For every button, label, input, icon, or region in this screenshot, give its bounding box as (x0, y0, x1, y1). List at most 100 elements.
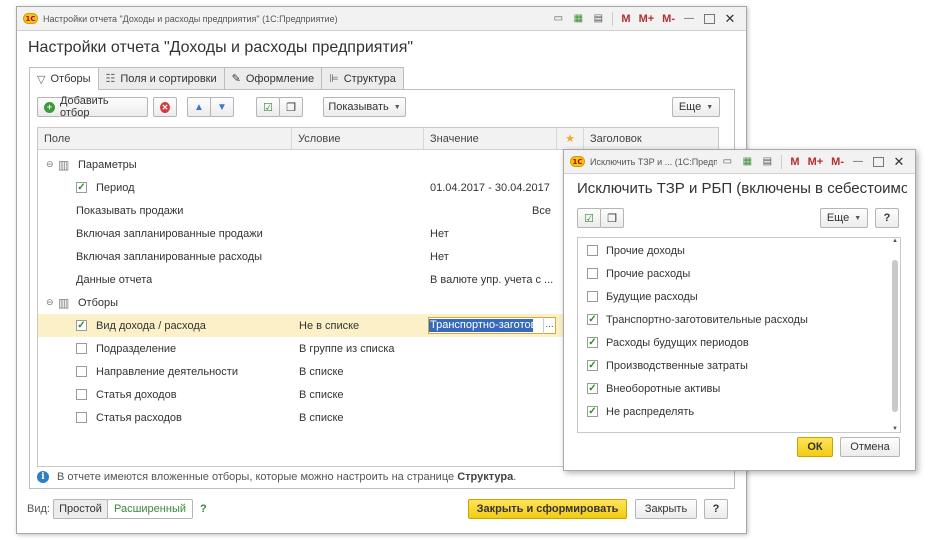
row-condition[interactable]: В списке (299, 366, 344, 378)
choose-button[interactable]: ... (543, 317, 555, 334)
row-checkbox[interactable]: ✓ (76, 320, 87, 331)
tab-label: Структура (343, 72, 396, 85)
row-value[interactable]: В валюте упр. учета с ... (430, 274, 558, 286)
check-all-button[interactable]: ☑ (256, 97, 280, 117)
help-button[interactable]: ? (704, 499, 728, 519)
collapse-icon[interactable]: ⊖ (46, 297, 54, 308)
column-header-condition[interactable]: Условие (292, 128, 424, 149)
calendar-icon[interactable]: ▤ (759, 154, 775, 170)
item-checkbox[interactable] (587, 291, 598, 302)
uncheck-all-button[interactable]: ❐ (600, 208, 624, 228)
more-button[interactable]: Еще ▼ (672, 97, 720, 117)
view-help-link[interactable]: ? (200, 503, 207, 515)
collapse-icon[interactable]: ⊖ (46, 159, 54, 170)
plus-icon: + (44, 101, 55, 113)
row-condition[interactable]: В списке (299, 412, 344, 424)
cancel-button[interactable]: Отмена (840, 437, 900, 457)
filters-group-icon: ▥ (58, 295, 70, 310)
row-value[interactable]: Все (532, 205, 551, 217)
ok-button[interactable]: ОК (797, 437, 833, 457)
item-label: Прочие доходы (606, 244, 685, 257)
item-checkbox[interactable]: ✓ (587, 360, 598, 371)
item-checkbox[interactable]: ✓ (587, 337, 598, 348)
row-value[interactable]: Нет (430, 228, 449, 240)
memory-minus-button[interactable]: M- (829, 154, 846, 170)
scroll-thumb[interactable] (892, 260, 898, 412)
tab-structure[interactable]: ⊫ Структура (321, 67, 404, 89)
check-all-button[interactable]: ☑ (577, 208, 601, 228)
row-checkbox[interactable] (76, 366, 87, 377)
tab-filters[interactable]: ▽ Отборы (29, 67, 99, 90)
page-title: Настройки отчета "Доходы и расходы предп… (28, 39, 414, 56)
row-field: Данные отчета (76, 273, 153, 286)
info-structure-link[interactable]: Структура (457, 471, 513, 483)
calculator-icon[interactable]: ▦ (570, 11, 586, 27)
list-item[interactable]: ✓ Расходы будущих периодов (578, 331, 890, 354)
minimize-icon[interactable]: — (850, 154, 866, 170)
tab-fields-sorting[interactable]: ☷ Поля и сортировки (97, 67, 225, 89)
star-icon[interactable]: ★ (557, 128, 584, 149)
column-header-value[interactable]: Значение (424, 128, 557, 149)
move-up-button[interactable]: ▲ (187, 97, 211, 117)
row-value[interactable]: 01.04.2017 - 30.04.2017 (430, 182, 550, 194)
calculator-icon[interactable]: ▦ (739, 154, 755, 170)
list-item[interactable]: Прочие доходы (578, 239, 890, 262)
list-item[interactable]: ✓ Не распределять (578, 400, 890, 423)
item-label: Транспортно-заготовительные расходы (606, 313, 808, 326)
delete-button[interactable]: ✕ (153, 97, 177, 117)
view-extended-button[interactable]: Расширенный (107, 499, 193, 519)
column-header-title[interactable]: Заголовок (584, 128, 718, 149)
list-item[interactable]: ✓ Транспортно-заготовительные расходы (578, 308, 890, 331)
row-checkbox[interactable] (76, 412, 87, 423)
item-label: Расходы будущих периодов (606, 336, 749, 349)
close-icon[interactable]: ✕ (722, 11, 738, 27)
memory-minus-button[interactable]: M- (660, 11, 677, 27)
item-checkbox[interactable] (587, 245, 598, 256)
row-condition[interactable]: В группе из списка (299, 343, 395, 355)
list-scrollbar[interactable]: ▲ ▼ (892, 238, 898, 432)
list-item[interactable]: Будущие расходы (578, 285, 890, 308)
maximize-icon[interactable] (873, 156, 884, 167)
memory-plus-button[interactable]: M+ (806, 154, 826, 170)
item-checkbox[interactable] (587, 268, 598, 279)
move-down-button[interactable]: ▼ (210, 97, 234, 117)
list-item[interactable]: Прочие расходы (578, 262, 890, 285)
calendar-icon[interactable]: ▤ (590, 11, 606, 27)
add-filter-button[interactable]: + Добавить отбор (37, 95, 148, 119)
column-header-field[interactable]: Поле (38, 128, 292, 149)
close-and-build-button[interactable]: Закрыть и сформировать (468, 499, 627, 519)
close-icon[interactable]: ✕ (891, 154, 907, 170)
list-item[interactable]: ✓ Производственные затраты (578, 354, 890, 377)
link-icon[interactable]: ▭ (550, 11, 566, 27)
scroll-down-icon[interactable]: ▼ (892, 426, 898, 432)
row-condition[interactable]: В списке (299, 389, 344, 401)
row-condition[interactable]: Не в списке (299, 320, 359, 332)
maximize-icon[interactable] (704, 13, 715, 24)
row-checkbox[interactable]: ✓ (76, 182, 87, 193)
row-checkbox[interactable] (76, 389, 87, 400)
value-input[interactable]: Транспортно-заготови (428, 317, 556, 334)
close-button[interactable]: Закрыть (635, 499, 697, 519)
view-simple-button[interactable]: Простой (53, 499, 108, 519)
list-item[interactable]: ✓ Внеоборотные активы (578, 377, 890, 400)
memory-plus-button[interactable]: M+ (637, 11, 657, 27)
item-checkbox[interactable]: ✓ (587, 314, 598, 325)
row-field: Показывать продажи (76, 204, 184, 217)
link-icon[interactable]: ▭ (719, 154, 735, 170)
item-checkbox[interactable]: ✓ (587, 406, 598, 417)
item-checkbox[interactable]: ✓ (587, 383, 598, 394)
memory-button[interactable]: M (619, 11, 632, 27)
tab-formatting[interactable]: ✎ Оформление (223, 67, 323, 89)
row-field: Отборы (78, 296, 119, 309)
scroll-up-icon[interactable]: ▲ (892, 238, 898, 244)
minimize-icon[interactable]: — (681, 11, 697, 27)
uncheck-all-button[interactable]: ❐ (279, 97, 303, 117)
info-icon: i (37, 471, 49, 483)
help-button[interactable]: ? (875, 208, 899, 228)
row-checkbox[interactable] (76, 343, 87, 354)
show-dropdown[interactable]: Показывать ▼ (323, 97, 406, 117)
memory-button[interactable]: M (788, 154, 801, 170)
row-value[interactable]: Нет (430, 251, 449, 263)
more-button[interactable]: Еще ▼ (820, 208, 868, 228)
tab-label: Оформление (245, 72, 315, 85)
